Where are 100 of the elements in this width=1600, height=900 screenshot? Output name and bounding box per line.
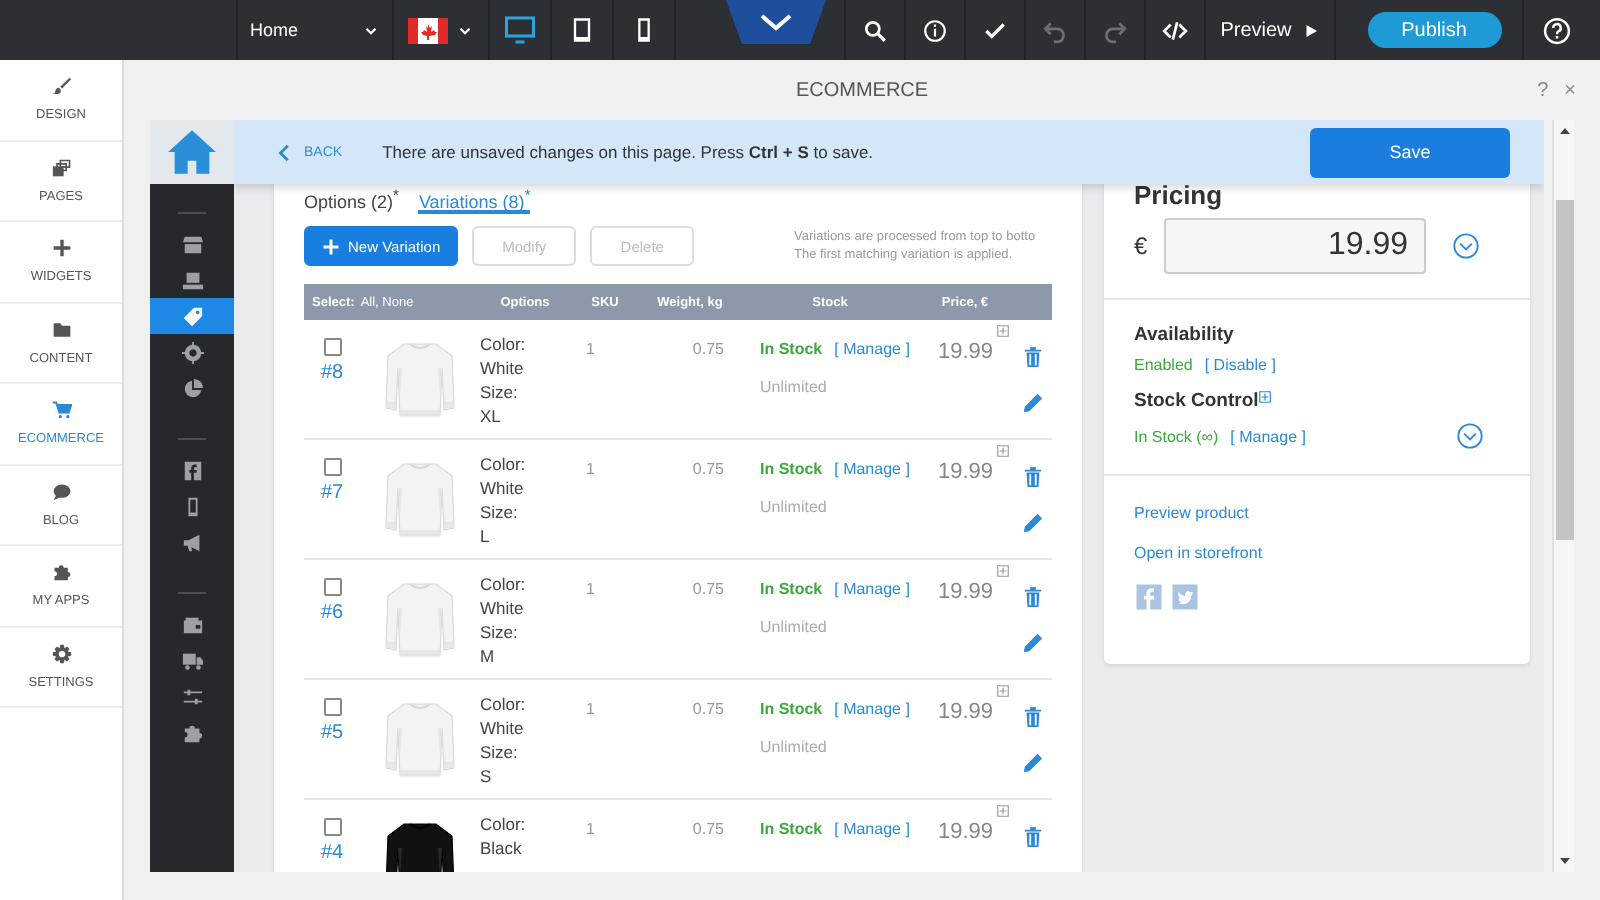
scroll-up-icon[interactable] [1560,128,1570,134]
redo-icon [1102,17,1128,43]
help-icon[interactable] [1541,15,1571,45]
publish-button[interactable]: Publish [1367,12,1501,48]
price-text: 19.99 [938,460,994,484]
trash-icon[interactable] [1021,826,1043,848]
preview-button[interactable]: Preview [1206,0,1336,60]
stock-status: In Stock [760,820,823,838]
puzzle-icon [51,562,71,583]
desktop-icon [502,12,538,48]
manage-link[interactable]: [ Manage ] [834,820,910,838]
trash-icon[interactable] [1021,346,1043,368]
stock-status: In Stock [760,340,823,358]
row-checkbox[interactable] [323,698,341,716]
chevron-down-icon[interactable] [1452,232,1480,260]
search-icon [862,17,888,43]
pencil-icon[interactable] [1021,632,1043,654]
options-text: Color: White Size: S [480,692,526,788]
weight-cell-text: 0.75 [690,338,726,362]
sku-cell-text: 1 [584,458,597,482]
tab[interactable]: Variations (8)$^{*}$ [418,186,531,214]
quantity-text: Unlimited [760,378,829,396]
pie-chart-icon [181,377,203,399]
price-text: 19.99 [938,580,994,604]
info-icon [922,17,948,43]
plus-box-icon[interactable] [996,804,1010,818]
plus-box-icon[interactable] [996,564,1010,578]
trash-icon[interactable] [1021,586,1043,608]
options-text: Color: White Size: L [480,452,526,548]
weight-cell-text: 0.75 [690,578,726,602]
plus-box-icon[interactable] [996,444,1010,458]
scroll-down-icon[interactable] [1560,858,1570,864]
home-icon[interactable] [166,126,218,178]
plus-icon [322,237,340,255]
tag-icon [181,305,203,327]
options-text: Color: White Size: M [480,572,526,668]
speech-bubble-icon [51,481,71,502]
plus-box-icon[interactable] [996,684,1010,698]
price-text: 19.99 [938,820,994,844]
variation-number[interactable]: #6 [320,602,344,624]
unsaved-message: There are unsaved changes on this page. Press Ctrl + S to save. [382,142,874,162]
price-field[interactable]: 19.99 [1164,218,1426,274]
tab[interactable]: Options (2)$^{*}$ [304,186,399,214]
megaphone-icon [181,531,203,553]
trash-icon[interactable] [1021,706,1043,728]
cart-icon [51,400,71,421]
chevron-down-icon[interactable] [1456,422,1484,450]
manage-link[interactable]: [ Manage ] [1230,427,1306,445]
gear-icon [51,643,71,664]
manage-link[interactable]: [ Manage ] [834,340,910,358]
section-title: Availability [1134,324,1236,346]
manage-link[interactable]: [ Manage ] [834,460,910,478]
strip-nav-item[interactable] [150,298,234,334]
pencil-icon[interactable] [1021,752,1043,774]
section-title: Stock Control [1134,390,1259,412]
options-text: Color: Black [480,812,526,860]
plus-box-icon[interactable] [996,324,1010,338]
variation-number[interactable]: #8 [320,362,344,384]
manage-link[interactable]: [ Manage ] [834,580,910,598]
pencil-icon[interactable] [1021,392,1043,414]
row-checkbox[interactable] [323,818,341,836]
scrollbar-thumb[interactable] [1556,200,1574,540]
truck-icon [181,649,203,671]
weight-cell-text: 0.75 [690,818,726,842]
options-text: Color: White Size: XL [480,332,526,428]
folder-icon [51,319,71,340]
weight-cell-text: 0.75 [690,698,726,722]
weight-cell-text: 0.75 [690,458,726,482]
plus-box-icon[interactable] [1258,390,1273,404]
stock-status: In Stock [760,700,823,718]
collapse-tab[interactable] [726,0,826,48]
stock-status: In Stock [760,580,823,598]
pencil-icon[interactable] [1021,512,1043,534]
manage-link[interactable]: [ Manage ] [834,700,910,718]
page-select[interactable]: Home [238,0,394,60]
close-button[interactable]: × [1564,79,1576,101]
quantity-text: Unlimited [760,738,829,756]
row-checkbox[interactable] [323,338,341,356]
wallet-icon [181,613,203,635]
product-link[interactable]: Open in storefront [1134,544,1500,562]
variation-number[interactable]: #5 [320,722,344,744]
price-text: 19.99 [938,340,994,364]
availability-status: Enabled [1134,356,1193,374]
tablet-icon [568,16,596,44]
quantity-text: Unlimited [760,618,829,636]
plus-icon [51,238,71,259]
variation-number[interactable]: #4 [320,842,344,864]
quantity-text: Unlimited [760,498,829,516]
variation-number[interactable]: #7 [320,482,344,504]
stacked-pages-icon [51,157,71,178]
save-button[interactable]: Save [1310,127,1510,177]
help-link[interactable]: ? [1537,79,1549,101]
product-link[interactable]: Preview product [1134,504,1500,522]
disable-link[interactable]: [ Disable ] [1204,356,1276,374]
stock-status: In Stock [760,460,823,478]
row-checkbox[interactable] [323,578,341,596]
row-checkbox[interactable] [323,458,341,476]
trash-icon[interactable] [1021,466,1043,488]
stock-status: In Stock (∞) [1134,427,1219,445]
play-icon [1301,21,1320,39]
